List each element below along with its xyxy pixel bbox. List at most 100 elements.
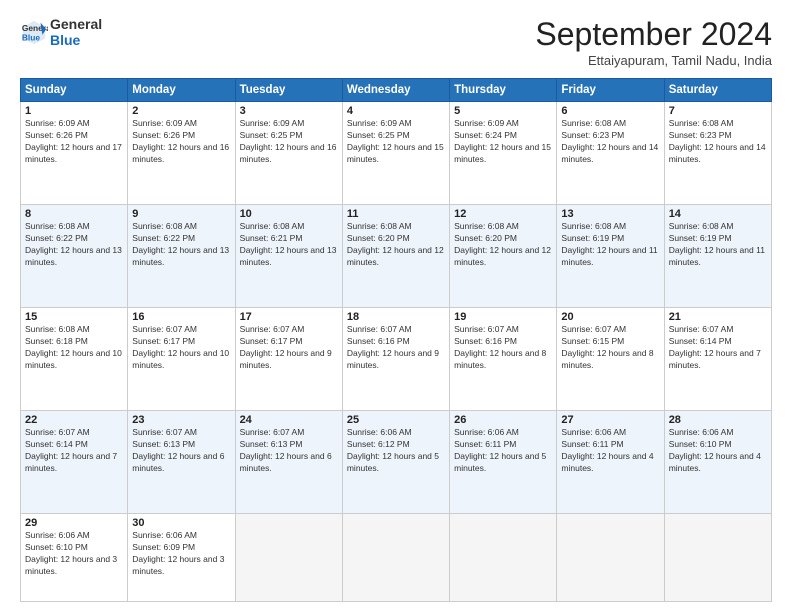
day-info: Sunrise: 6:09 AMSunset: 6:25 PMDaylight:… [347, 118, 445, 166]
calendar-cell: 10Sunrise: 6:08 AMSunset: 6:21 PMDayligh… [235, 205, 342, 308]
day-number: 13 [561, 208, 659, 220]
day-info: Sunrise: 6:06 AMSunset: 6:11 PMDaylight:… [561, 427, 659, 475]
calendar-cell: 12Sunrise: 6:08 AMSunset: 6:20 PMDayligh… [450, 205, 557, 308]
calendar-table: Sunday Monday Tuesday Wednesday Thursday… [20, 78, 772, 602]
day-info: Sunrise: 6:06 AMSunset: 6:10 PMDaylight:… [25, 530, 123, 578]
day-info: Sunrise: 6:07 AMSunset: 6:16 PMDaylight:… [347, 324, 445, 372]
month-year: September 2024 [535, 16, 772, 53]
calendar-cell: 18Sunrise: 6:07 AMSunset: 6:16 PMDayligh… [342, 308, 449, 411]
logo: General Blue General Blue [20, 16, 102, 48]
day-number: 28 [669, 414, 767, 426]
col-sunday: Sunday [21, 79, 128, 102]
day-number: 11 [347, 208, 445, 220]
day-info: Sunrise: 6:06 AMSunset: 6:11 PMDaylight:… [454, 427, 552, 475]
day-info: Sunrise: 6:07 AMSunset: 6:17 PMDaylight:… [240, 324, 338, 372]
day-info: Sunrise: 6:09 AMSunset: 6:25 PMDaylight:… [240, 118, 338, 166]
day-info: Sunrise: 6:08 AMSunset: 6:20 PMDaylight:… [454, 221, 552, 269]
calendar-cell: 11Sunrise: 6:08 AMSunset: 6:20 PMDayligh… [342, 205, 449, 308]
calendar-cell: 23Sunrise: 6:07 AMSunset: 6:13 PMDayligh… [128, 411, 235, 514]
day-number: 3 [240, 105, 338, 117]
day-info: Sunrise: 6:08 AMSunset: 6:21 PMDaylight:… [240, 221, 338, 269]
svg-text:Blue: Blue [22, 32, 40, 42]
day-info: Sunrise: 6:06 AMSunset: 6:12 PMDaylight:… [347, 427, 445, 475]
day-number: 6 [561, 105, 659, 117]
calendar-cell: 27Sunrise: 6:06 AMSunset: 6:11 PMDayligh… [557, 411, 664, 514]
day-info: Sunrise: 6:09 AMSunset: 6:26 PMDaylight:… [132, 118, 230, 166]
week-row-5: 29Sunrise: 6:06 AMSunset: 6:10 PMDayligh… [21, 514, 772, 602]
calendar-cell [664, 514, 771, 602]
calendar-cell: 1Sunrise: 6:09 AMSunset: 6:26 PMDaylight… [21, 102, 128, 205]
day-info: Sunrise: 6:09 AMSunset: 6:24 PMDaylight:… [454, 118, 552, 166]
day-info: Sunrise: 6:08 AMSunset: 6:22 PMDaylight:… [132, 221, 230, 269]
day-number: 14 [669, 208, 767, 220]
calendar-cell: 14Sunrise: 6:08 AMSunset: 6:19 PMDayligh… [664, 205, 771, 308]
calendar-cell: 22Sunrise: 6:07 AMSunset: 6:14 PMDayligh… [21, 411, 128, 514]
day-info: Sunrise: 6:08 AMSunset: 6:22 PMDaylight:… [25, 221, 123, 269]
col-monday: Monday [128, 79, 235, 102]
calendar-cell [557, 514, 664, 602]
day-number: 30 [132, 517, 230, 529]
col-thursday: Thursday [450, 79, 557, 102]
calendar-cell: 2Sunrise: 6:09 AMSunset: 6:26 PMDaylight… [128, 102, 235, 205]
calendar-cell: 6Sunrise: 6:08 AMSunset: 6:23 PMDaylight… [557, 102, 664, 205]
week-row-1: 1Sunrise: 6:09 AMSunset: 6:26 PMDaylight… [21, 102, 772, 205]
day-number: 2 [132, 105, 230, 117]
day-number: 4 [347, 105, 445, 117]
day-info: Sunrise: 6:07 AMSunset: 6:13 PMDaylight:… [132, 427, 230, 475]
col-wednesday: Wednesday [342, 79, 449, 102]
calendar-cell: 7Sunrise: 6:08 AMSunset: 6:23 PMDaylight… [664, 102, 771, 205]
day-number: 16 [132, 311, 230, 323]
calendar-cell: 8Sunrise: 6:08 AMSunset: 6:22 PMDaylight… [21, 205, 128, 308]
calendar-cell: 15Sunrise: 6:08 AMSunset: 6:18 PMDayligh… [21, 308, 128, 411]
page: General Blue General Blue September 2024… [0, 0, 792, 612]
logo-general-text: General [50, 16, 102, 32]
calendar-cell: 19Sunrise: 6:07 AMSunset: 6:16 PMDayligh… [450, 308, 557, 411]
day-number: 9 [132, 208, 230, 220]
calendar-cell: 9Sunrise: 6:08 AMSunset: 6:22 PMDaylight… [128, 205, 235, 308]
day-number: 20 [561, 311, 659, 323]
day-number: 22 [25, 414, 123, 426]
day-info: Sunrise: 6:08 AMSunset: 6:23 PMDaylight:… [669, 118, 767, 166]
day-info: Sunrise: 6:09 AMSunset: 6:26 PMDaylight:… [25, 118, 123, 166]
day-info: Sunrise: 6:07 AMSunset: 6:15 PMDaylight:… [561, 324, 659, 372]
day-number: 15 [25, 311, 123, 323]
day-info: Sunrise: 6:07 AMSunset: 6:14 PMDaylight:… [669, 324, 767, 372]
day-info: Sunrise: 6:07 AMSunset: 6:14 PMDaylight:… [25, 427, 123, 475]
calendar-cell: 13Sunrise: 6:08 AMSunset: 6:19 PMDayligh… [557, 205, 664, 308]
calendar-cell: 4Sunrise: 6:09 AMSunset: 6:25 PMDaylight… [342, 102, 449, 205]
calendar-cell: 29Sunrise: 6:06 AMSunset: 6:10 PMDayligh… [21, 514, 128, 602]
day-number: 10 [240, 208, 338, 220]
week-row-2: 8Sunrise: 6:08 AMSunset: 6:22 PMDaylight… [21, 205, 772, 308]
day-number: 19 [454, 311, 552, 323]
col-saturday: Saturday [664, 79, 771, 102]
calendar-cell [450, 514, 557, 602]
calendar-cell: 21Sunrise: 6:07 AMSunset: 6:14 PMDayligh… [664, 308, 771, 411]
calendar-cell: 26Sunrise: 6:06 AMSunset: 6:11 PMDayligh… [450, 411, 557, 514]
day-number: 8 [25, 208, 123, 220]
week-row-3: 15Sunrise: 6:08 AMSunset: 6:18 PMDayligh… [21, 308, 772, 411]
day-info: Sunrise: 6:08 AMSunset: 6:20 PMDaylight:… [347, 221, 445, 269]
calendar-cell: 16Sunrise: 6:07 AMSunset: 6:17 PMDayligh… [128, 308, 235, 411]
calendar-cell: 5Sunrise: 6:09 AMSunset: 6:24 PMDaylight… [450, 102, 557, 205]
week-row-4: 22Sunrise: 6:07 AMSunset: 6:14 PMDayligh… [21, 411, 772, 514]
day-number: 27 [561, 414, 659, 426]
day-info: Sunrise: 6:08 AMSunset: 6:23 PMDaylight:… [561, 118, 659, 166]
day-number: 7 [669, 105, 767, 117]
day-number: 21 [669, 311, 767, 323]
calendar-cell: 24Sunrise: 6:07 AMSunset: 6:13 PMDayligh… [235, 411, 342, 514]
logo-blue-text: Blue [50, 32, 102, 48]
day-info: Sunrise: 6:06 AMSunset: 6:10 PMDaylight:… [669, 427, 767, 475]
day-number: 23 [132, 414, 230, 426]
header: General Blue General Blue September 2024… [20, 16, 772, 68]
calendar-cell: 30Sunrise: 6:06 AMSunset: 6:09 PMDayligh… [128, 514, 235, 602]
day-info: Sunrise: 6:07 AMSunset: 6:13 PMDaylight:… [240, 427, 338, 475]
title-block: September 2024 Ettaiyapuram, Tamil Nadu,… [535, 16, 772, 68]
day-number: 12 [454, 208, 552, 220]
calendar-header-row: Sunday Monday Tuesday Wednesday Thursday… [21, 79, 772, 102]
logo-icon: General Blue [20, 18, 48, 46]
calendar-cell: 17Sunrise: 6:07 AMSunset: 6:17 PMDayligh… [235, 308, 342, 411]
calendar-cell: 25Sunrise: 6:06 AMSunset: 6:12 PMDayligh… [342, 411, 449, 514]
calendar-cell [235, 514, 342, 602]
day-info: Sunrise: 6:07 AMSunset: 6:17 PMDaylight:… [132, 324, 230, 372]
day-number: 17 [240, 311, 338, 323]
